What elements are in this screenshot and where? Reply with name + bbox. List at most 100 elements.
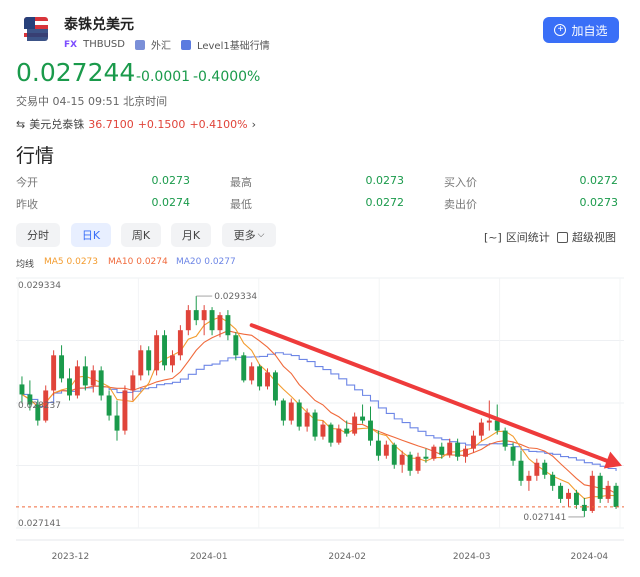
ask-label: 卖出价	[444, 198, 477, 211]
candle-body	[170, 355, 175, 366]
candle-body	[471, 435, 476, 449]
candle-body	[19, 384, 25, 395]
bid-label: 买入价	[444, 176, 477, 189]
candle-body	[510, 446, 516, 461]
ma-label: 均线	[16, 260, 35, 270]
candle-body	[502, 430, 508, 447]
candle-body	[51, 355, 57, 391]
candle-body	[581, 504, 587, 511]
tab-more-label: 更多	[233, 229, 256, 242]
symbol-meta: FX THBUSD 外汇 Level1基础行情	[64, 37, 270, 52]
cross-change: +0.1500	[137, 117, 186, 131]
price-change: -0.0001	[136, 69, 191, 85]
candle-body	[296, 402, 302, 427]
candle-body	[613, 485, 619, 507]
low-value: 0.0272	[365, 196, 405, 209]
expand-view-icon	[557, 231, 568, 243]
tab-daily-k[interactable]: 日K	[71, 223, 111, 247]
candle-body	[391, 444, 397, 465]
bracket-icon: [~]	[484, 230, 502, 244]
cross-label: 美元兑泰铢	[29, 118, 85, 131]
candle-body	[542, 462, 548, 475]
min-price-label: 0.027141	[523, 513, 566, 523]
price-change-pct: -0.4000%	[193, 69, 261, 85]
x-axis-label: 2023-12	[52, 552, 90, 562]
x-axis-label: 2024-04	[571, 552, 609, 562]
candle-body	[423, 456, 429, 459]
candle-body	[90, 370, 96, 386]
high-label: 最高	[230, 176, 252, 189]
status-time: 交易中 04-15 09:51 北京时间	[16, 95, 168, 108]
candle-body	[344, 428, 350, 434]
candle-body	[67, 378, 72, 396]
high-value: 0.0273	[365, 174, 405, 187]
candle-body	[82, 366, 88, 386]
candle-body	[106, 395, 112, 416]
page-title: 泰铢兑美元	[64, 17, 134, 33]
candle-body	[478, 422, 484, 436]
ma10-legend: MA10 0.0274	[108, 257, 168, 267]
candle-body	[486, 420, 492, 423]
candle-body	[257, 366, 263, 387]
ask-value: 0.0273	[579, 196, 619, 209]
y-axis-label: 0.029334	[18, 281, 61, 291]
candle-body	[288, 402, 294, 421]
candle-body	[447, 442, 453, 455]
x-axis-label: 2024-03	[453, 552, 491, 562]
chevron-right-icon: ›	[251, 117, 257, 131]
open-label: 今开	[16, 176, 38, 189]
us-flag-icon	[24, 17, 48, 41]
candle-body	[494, 420, 500, 431]
cross-price: 36.7100	[88, 117, 134, 131]
candle-body	[518, 460, 524, 481]
candle-body	[566, 492, 571, 499]
ma5-legend: MA5 0.0273	[44, 257, 98, 267]
y-axis-label: 0.028237	[18, 401, 61, 411]
candle-body	[439, 446, 445, 455]
tab-intraday[interactable]: 分时	[16, 223, 60, 247]
candle-body	[265, 372, 270, 387]
add-watchlist-button[interactable]: + 加自选	[543, 17, 619, 43]
candlestick-chart[interactable]: 0.029334 0.027141 0.029334 0.028237 0.02714…	[0, 270, 640, 577]
symbol-code: THBUSD	[83, 39, 125, 50]
level-icon	[180, 39, 191, 50]
candle-body	[74, 366, 80, 396]
candle-body	[534, 462, 540, 476]
last-price: 0.027244	[16, 58, 136, 87]
candle-body	[463, 448, 468, 457]
candle-body	[280, 400, 286, 421]
prev-close-label: 昨收	[16, 198, 38, 211]
fx-badge: FX	[64, 39, 78, 50]
candle-body	[193, 310, 199, 321]
candle-body	[383, 444, 389, 456]
candle-body	[399, 454, 405, 465]
plus-circle-icon: +	[554, 24, 567, 36]
candle-body	[431, 446, 437, 459]
range-stats-button[interactable]: [~] 区间统计	[484, 229, 550, 245]
cross-rate-link[interactable]: ⇆ 美元兑泰铢 36.7100 +0.1500 +0.4100% ›	[16, 116, 256, 132]
candle-body	[368, 420, 373, 441]
candle-body	[225, 315, 231, 336]
candle-body	[138, 350, 144, 376]
candle-body	[272, 372, 278, 401]
x-axis-label: 2024-02	[328, 552, 366, 562]
candle-body	[558, 485, 564, 499]
prev-close-value: 0.0274	[151, 196, 191, 209]
tab-weekly-k[interactable]: 周K	[121, 223, 161, 247]
market-label: 外汇	[150, 41, 171, 52]
y-axis-label: 0.027141	[18, 519, 61, 529]
candle-body	[241, 355, 247, 381]
candle-body	[597, 475, 603, 499]
swap-icon: ⇆	[16, 117, 26, 131]
super-view-button[interactable]: 超级视图	[557, 229, 616, 245]
candle-body	[162, 335, 167, 366]
open-value: 0.0273	[151, 174, 191, 187]
range-stats-label: 区间统计	[505, 231, 550, 244]
tab-more[interactable]: 更多 ⌵	[222, 223, 276, 247]
super-view-label: 超级视图	[572, 231, 616, 244]
candle-body	[154, 335, 160, 371]
trend-arrow-line	[249, 323, 614, 465]
candle-body	[589, 475, 595, 511]
candle-body	[605, 485, 611, 499]
tab-monthly-k[interactable]: 月K	[171, 223, 211, 247]
